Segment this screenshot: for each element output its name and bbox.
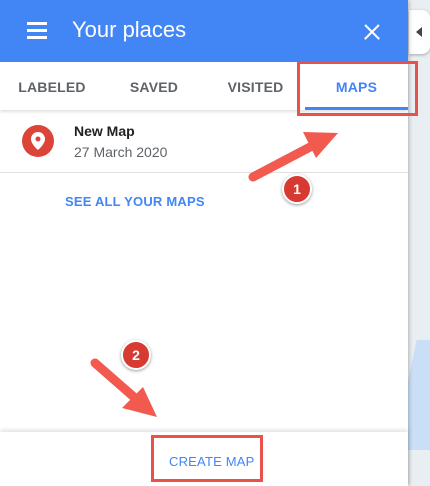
- menu-icon[interactable]: [27, 22, 47, 40]
- tab-maps[interactable]: MAPS: [305, 62, 408, 110]
- see-all-maps-link[interactable]: SEE ALL YOUR MAPS: [65, 194, 205, 209]
- create-map-button[interactable]: CREATE MAP: [169, 454, 255, 469]
- caret-left-icon: [416, 27, 422, 37]
- panel-footer: CREATE MAP: [0, 432, 408, 486]
- list-item[interactable]: New Map 27 March 2020: [0, 110, 408, 173]
- tab-bar: LABELED SAVED VISITED MAPS: [0, 62, 408, 110]
- page-title: Your places: [72, 17, 187, 42]
- tab-visited[interactable]: VISITED: [204, 62, 307, 110]
- your-places-panel: Your places LABELED SAVED VISITED MAPS N…: [0, 0, 408, 486]
- tab-labeled[interactable]: LABELED: [0, 62, 104, 110]
- step-1-badge: 1: [282, 174, 312, 204]
- step-2-badge: 2: [121, 340, 151, 370]
- close-icon[interactable]: [360, 20, 384, 44]
- map-name: New Map: [74, 123, 135, 139]
- map-pin-icon: [22, 125, 54, 157]
- panel-header: Your places: [0, 0, 408, 62]
- map-date: 27 March 2020: [74, 144, 168, 160]
- tab-saved[interactable]: SAVED: [104, 62, 204, 110]
- collapse-panel-button[interactable]: [409, 10, 430, 54]
